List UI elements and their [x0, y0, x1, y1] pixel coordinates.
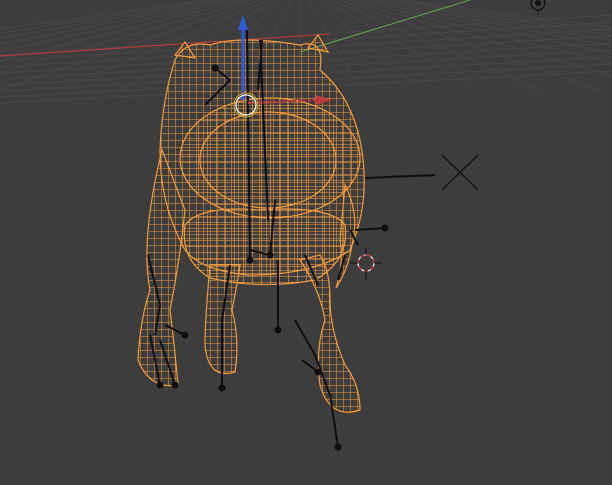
light-icon[interactable] — [530, 0, 546, 15]
character-mesh[interactable] — [137, 33, 365, 413]
3d-viewport[interactable] — [0, 0, 612, 485]
viewport-canvas[interactable] — [0, 0, 612, 485]
3d-cursor-icon[interactable] — [350, 248, 382, 280]
empty-icon[interactable] — [441, 154, 479, 191]
